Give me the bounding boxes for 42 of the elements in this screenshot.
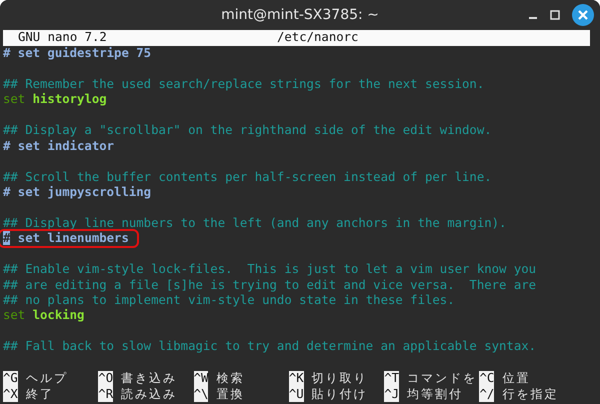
file-name: /etc/nanorc	[277, 30, 358, 46]
setting-line: set historylog	[3, 92, 107, 106]
comment-line: ## Enable vim-style lock-files. This is just to let a vim user know you	[3, 262, 536, 276]
shortcut-key: ^K	[288, 371, 304, 386]
shortcut-label: 均等割付	[407, 386, 463, 402]
shortcut-key: ^/	[479, 386, 494, 402]
shortcut-label: 置換	[216, 386, 244, 402]
comment-line: ## Scroll the buffer contents per half-screen instead of per line.	[3, 170, 492, 184]
close-icon[interactable]	[572, 4, 594, 26]
shortcut-key: ^T	[384, 371, 399, 386]
shortcut-label: 貼り付け	[312, 386, 368, 402]
comment-line: ## Remember the used search/replace strings for the next session.	[3, 76, 484, 91]
shortcut-key: ^J	[384, 386, 399, 402]
shortcut-label: 書き込み	[121, 371, 178, 386]
disabled-setting-line: # set linenumbers	[0, 231, 137, 246]
comment-line: ## Display line numbers to the left (and any anchors in the margin).	[3, 216, 506, 230]
shortcut-label: コマンドを	[407, 371, 477, 386]
shortcut-label: 読み込み	[121, 386, 178, 402]
shortcut-key: ^G	[3, 371, 18, 386]
disabled-setting-line: # set jumpyscrolling	[3, 184, 152, 199]
comment-line: ## are editing a file [s]he is trying to edit and vice versa. There are	[3, 278, 536, 292]
setting-line: set locking	[3, 308, 84, 322]
maximize-icon[interactable]	[550, 10, 560, 20]
shortcut-label: 終了	[26, 386, 54, 402]
shortcut-key: ^R	[98, 386, 114, 402]
shortcut-key: ^X	[3, 386, 18, 402]
shortcut-label: 切り取り	[312, 371, 368, 386]
shortcut-label: 検索	[216, 371, 244, 386]
shortcut-label: ヘルプ	[26, 371, 68, 386]
program-name: GNU nano 7.2	[18, 30, 108, 46]
shortcut-label: 位置	[502, 371, 530, 386]
comment-line: ## Fall back to slow libmagic to try and determine an applicable syntax.	[3, 339, 536, 354]
shortcut-label: 行を指定	[502, 386, 558, 402]
disabled-setting-line: # set indicator	[3, 138, 114, 153]
comment-line: ## Display a "scrollbar" on the righthand side of the edit window.	[3, 123, 492, 138]
shortcut-key: ^U	[288, 386, 304, 402]
shortcut-key: ^\	[194, 386, 208, 402]
shortcut-key: ^C	[479, 371, 494, 386]
shortcut-key: ^O	[98, 371, 114, 386]
window-title: mint@mint-SX3785: ~	[221, 7, 379, 23]
comment-line: ## no plans to implement vim-style undo state in these files.	[3, 293, 455, 307]
disabled-setting-line: # set guidestripe 75	[3, 46, 152, 60]
